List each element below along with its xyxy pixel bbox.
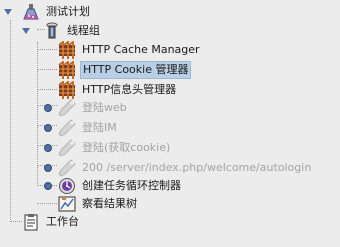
tree-node-label: 工作台 <box>46 215 79 228</box>
tree-node-label: 登陆(获取cookie) <box>82 141 171 154</box>
tree-node-http-cookie-manager[interactable]: HTTP Cookie 管理器 <box>58 60 192 80</box>
tree-node-workbench[interactable]: 工作台 <box>22 212 81 232</box>
loop-controller-icon <box>58 177 76 195</box>
expand-toggle-icon[interactable] <box>44 182 52 190</box>
sampler-dropper-icon <box>58 99 76 117</box>
expand-toggle-icon[interactable] <box>44 144 52 152</box>
expand-toggle-icon[interactable] <box>44 104 52 112</box>
expand-toggle-icon[interactable] <box>44 164 52 172</box>
tree-node-label: HTTP Cache Manager <box>82 43 200 56</box>
tree-node-label: 200 /server/index.php/welcome/autologin <box>82 161 312 174</box>
tree-node-login-im[interactable]: 登陆IM <box>44 118 119 138</box>
sampler-dropper-icon <box>58 139 76 157</box>
tree-node-label: 测试计划 <box>46 5 90 18</box>
flask-test-plan-icon <box>22 3 40 21</box>
tree-node-label: 登陆web <box>82 101 127 114</box>
config-element-icon <box>58 61 76 79</box>
thread-group-icon <box>43 22 61 40</box>
tree-node-thread-group[interactable]: 线程组 <box>22 21 102 41</box>
tree-node-login-get-cookie[interactable]: 登陆(获取cookie) <box>44 138 172 158</box>
collapse-toggle-icon[interactable] <box>22 28 30 34</box>
sampler-dropper-icon <box>58 119 76 137</box>
tree-node-test-plan[interactable]: 测试计划 <box>2 2 92 22</box>
tree-node-label: 创建任务循环控制器 <box>82 179 181 192</box>
collapse-toggle-icon[interactable] <box>4 9 12 15</box>
tree-node-http-header-manager[interactable]: HTTP信息头管理器 <box>58 80 178 100</box>
tree-node-loop-controller[interactable]: 创建任务循环控制器 <box>44 176 183 196</box>
tree-node-http-cache-manager[interactable]: HTTP Cache Manager <box>58 40 202 60</box>
tree-node-label: HTTP信息头管理器 <box>82 83 177 96</box>
tree-node-label: 察看结果树 <box>82 197 137 210</box>
tree-node-label: HTTP Cookie 管理器 <box>80 61 192 79</box>
tree-node-view-results-tree[interactable]: 察看结果树 <box>58 194 139 214</box>
tree-node-label: 线程组 <box>67 24 100 37</box>
tree-node-label: 登陆IM <box>82 121 117 134</box>
tree-node-autologin-request[interactable]: 200 /server/index.php/welcome/autologin <box>44 158 313 178</box>
tree-node-login-web[interactable]: 登陆web <box>44 98 129 118</box>
sampler-dropper-icon <box>58 159 76 177</box>
test-plan-tree: 测试计划 线程组 HTTP Cache Manager HTTP Cookie … <box>0 0 340 247</box>
listener-icon <box>58 195 76 213</box>
expand-toggle-icon[interactable] <box>44 124 52 132</box>
workbench-clipboard-icon <box>22 213 40 231</box>
config-element-icon <box>58 81 76 99</box>
config-element-icon <box>58 41 76 59</box>
